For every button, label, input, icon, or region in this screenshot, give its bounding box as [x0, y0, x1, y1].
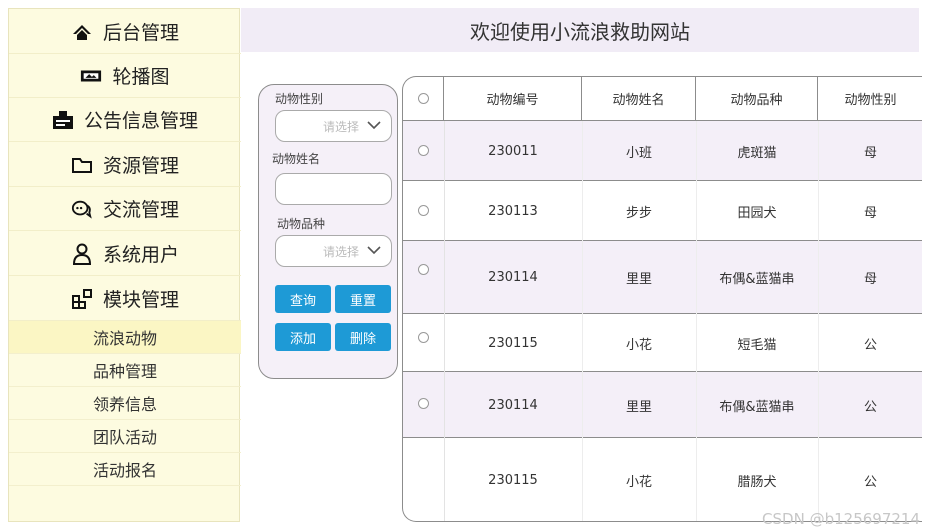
cell-breed: 田园犬 [737, 205, 777, 221]
chevron-down-icon [367, 244, 381, 258]
sidebar-item-label: 后台管理 [102, 22, 179, 44]
sidebar-item-resources[interactable]: 资源管理 [9, 143, 241, 187]
sidebar-item-label: 系统用户 [102, 244, 179, 266]
table-row[interactable]: 230115 小花 短毛猫 公 [403, 314, 922, 372]
breed-select[interactable]: 请选择 [275, 235, 392, 267]
animals-table: 动物编号 动物姓名 动物品种 动物性别 230011 小班 虎斑猫 母 2301… [402, 76, 922, 522]
sidebar-item-carousel[interactable]: 轮播图 [9, 54, 241, 98]
sidebar-item-label: 轮播图 [112, 66, 170, 88]
cell-breed: 虎斑猫 [737, 145, 777, 161]
chevron-down-icon [367, 119, 381, 133]
column-divider [818, 121, 819, 521]
row-radio[interactable] [418, 264, 429, 275]
column-divider [696, 121, 697, 521]
row-radio[interactable] [418, 205, 429, 216]
cell-id: 230115 [488, 335, 538, 351]
user-icon [71, 243, 93, 265]
cell-id: 230114 [488, 397, 538, 413]
sidebar-item-label: 模块管理 [102, 289, 179, 311]
sidebar-item-label: 公告信息管理 [83, 110, 198, 132]
column-divider [444, 121, 445, 521]
cell-name: 小班 [625, 145, 652, 161]
sidebar-subitem-breeds[interactable]: 品种管理 [9, 354, 241, 387]
sidebar: 后台管理 轮播图 公告信息管理 资源管理 交流管理 系统用户 模块管理 流浪动物… [8, 8, 241, 522]
cell-name: 步步 [625, 205, 652, 221]
sidebar-subitem-adoption[interactable]: 领养信息 [9, 387, 241, 420]
cell-breed: 布偶&蓝猫串 [719, 272, 795, 287]
page-title: 欢迎使用小流浪救助网站 [470, 19, 690, 44]
breed-label: 动物品种 [277, 217, 326, 231]
sidebar-item-communication[interactable]: 交流管理 [9, 187, 241, 231]
row-radio[interactable] [418, 398, 429, 409]
table-row[interactable]: 230113 步步 田园犬 母 [403, 181, 922, 241]
column-divider [582, 121, 583, 521]
sidebar-item-dashboard[interactable]: 后台管理 [9, 10, 241, 54]
sidebar-item-announcements[interactable]: 公告信息管理 [9, 98, 241, 142]
sidebar-subitem-stray-animals[interactable]: 流浪动物 [9, 321, 241, 354]
cell-name: 里里 [625, 399, 652, 415]
table-row[interactable]: 230114 里里 布偶&蓝猫串 母 [403, 241, 922, 314]
row-radio[interactable] [418, 332, 429, 343]
cell-gender: 公 [863, 399, 877, 415]
row-radio[interactable] [418, 145, 429, 156]
home-icon [71, 21, 93, 43]
cell-id: 230114 [488, 270, 538, 285]
column-header[interactable]: 动物编号 [444, 77, 582, 121]
filter-panel: 动物性别 请选择 动物姓名 动物品种 请选择 查询 重置 添加 删除 [258, 84, 398, 379]
column-header[interactable]: 动物姓名 [582, 77, 696, 121]
gender-select[interactable]: 请选择 [275, 110, 392, 142]
page-header: 欢迎使用小流浪救助网站 [241, 8, 919, 52]
sidebar-item-modules[interactable]: 模块管理 [9, 277, 241, 321]
delete-button[interactable]: 删除 [335, 323, 391, 351]
column-header[interactable]: 动物性别 [818, 77, 922, 121]
cell-name: 小花 [625, 475, 652, 490]
announcement-icon [52, 109, 74, 131]
cell-name: 小花 [625, 337, 652, 353]
cell-breed: 短毛猫 [737, 337, 777, 353]
name-input[interactable] [275, 173, 392, 205]
cell-id: 230113 [488, 203, 538, 219]
carousel-icon [80, 65, 102, 87]
cell-breed: 布偶&蓝猫串 [719, 399, 795, 415]
select-all-cell [403, 77, 444, 121]
cell-gender: 公 [863, 337, 877, 353]
sidebar-item-label: 资源管理 [102, 155, 179, 177]
sidebar-subitem-registration[interactable]: 活动报名 [9, 453, 241, 486]
sidebar-item-label: 交流管理 [102, 199, 179, 221]
reset-button[interactable]: 重置 [335, 285, 391, 313]
select-all-radio[interactable] [418, 93, 429, 104]
search-button[interactable]: 查询 [275, 285, 331, 313]
cell-gender: 母 [863, 272, 877, 287]
modules-icon [71, 288, 93, 310]
table-row[interactable]: 230114 里里 布偶&蓝猫串 公 [403, 372, 922, 438]
name-label: 动物姓名 [272, 152, 321, 166]
cell-id: 230115 [488, 473, 538, 488]
watermark: CSDN @b125697214 [762, 510, 920, 528]
sidebar-item-users[interactable]: 系统用户 [9, 232, 241, 276]
cell-id: 230011 [488, 143, 538, 159]
add-button[interactable]: 添加 [275, 323, 331, 351]
cell-gender: 母 [863, 205, 877, 221]
cell-gender: 母 [863, 145, 877, 161]
column-header[interactable]: 动物品种 [696, 77, 818, 121]
gender-label: 动物性别 [275, 92, 324, 106]
table-row[interactable]: 230011 小班 虎斑猫 母 [403, 121, 922, 181]
cell-name: 里里 [625, 272, 652, 287]
folder-icon [71, 154, 93, 176]
chat-icon [71, 198, 93, 220]
sidebar-subitem-team-activities[interactable]: 团队活动 [9, 420, 241, 453]
